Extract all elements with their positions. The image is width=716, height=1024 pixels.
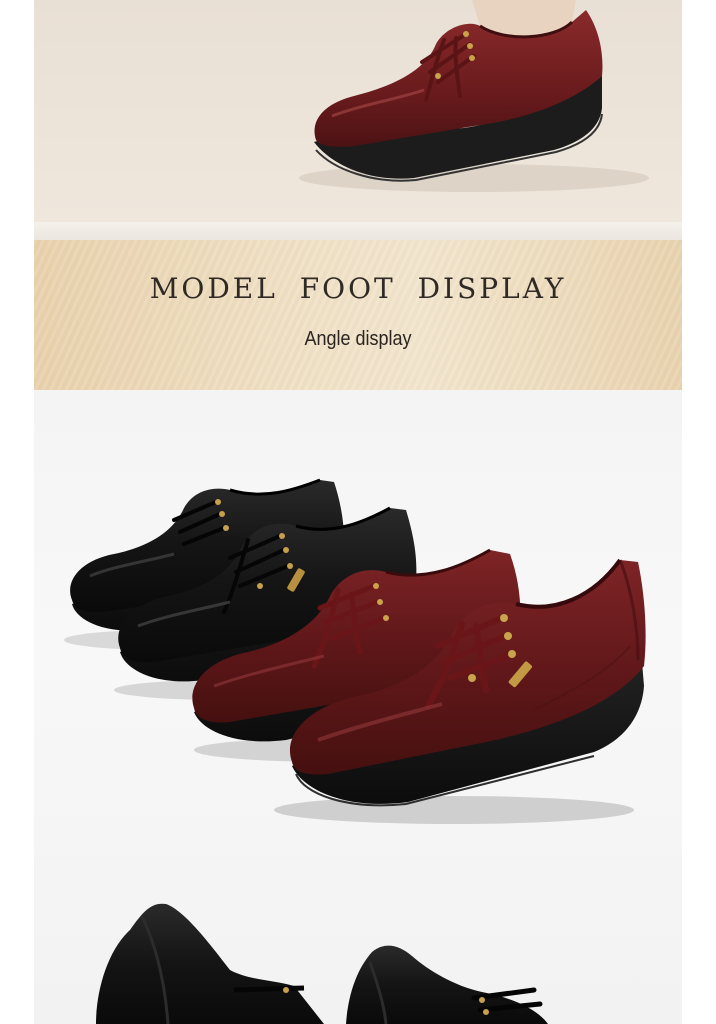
banner-title: MODEL FOOT DISPLAY [149, 272, 567, 305]
partial-shoes-photo [96, 903, 548, 1024]
product-detail-page: MODEL FOOT DISPLAY Angle display [0, 0, 716, 1024]
model-foot-photo [34, 0, 682, 222]
section-divider [34, 222, 682, 240]
angle-display-photo [34, 390, 682, 1024]
section-banner: MODEL FOOT DISPLAY Angle display [34, 240, 682, 390]
banner-subtitle: Angle display [304, 328, 412, 350]
